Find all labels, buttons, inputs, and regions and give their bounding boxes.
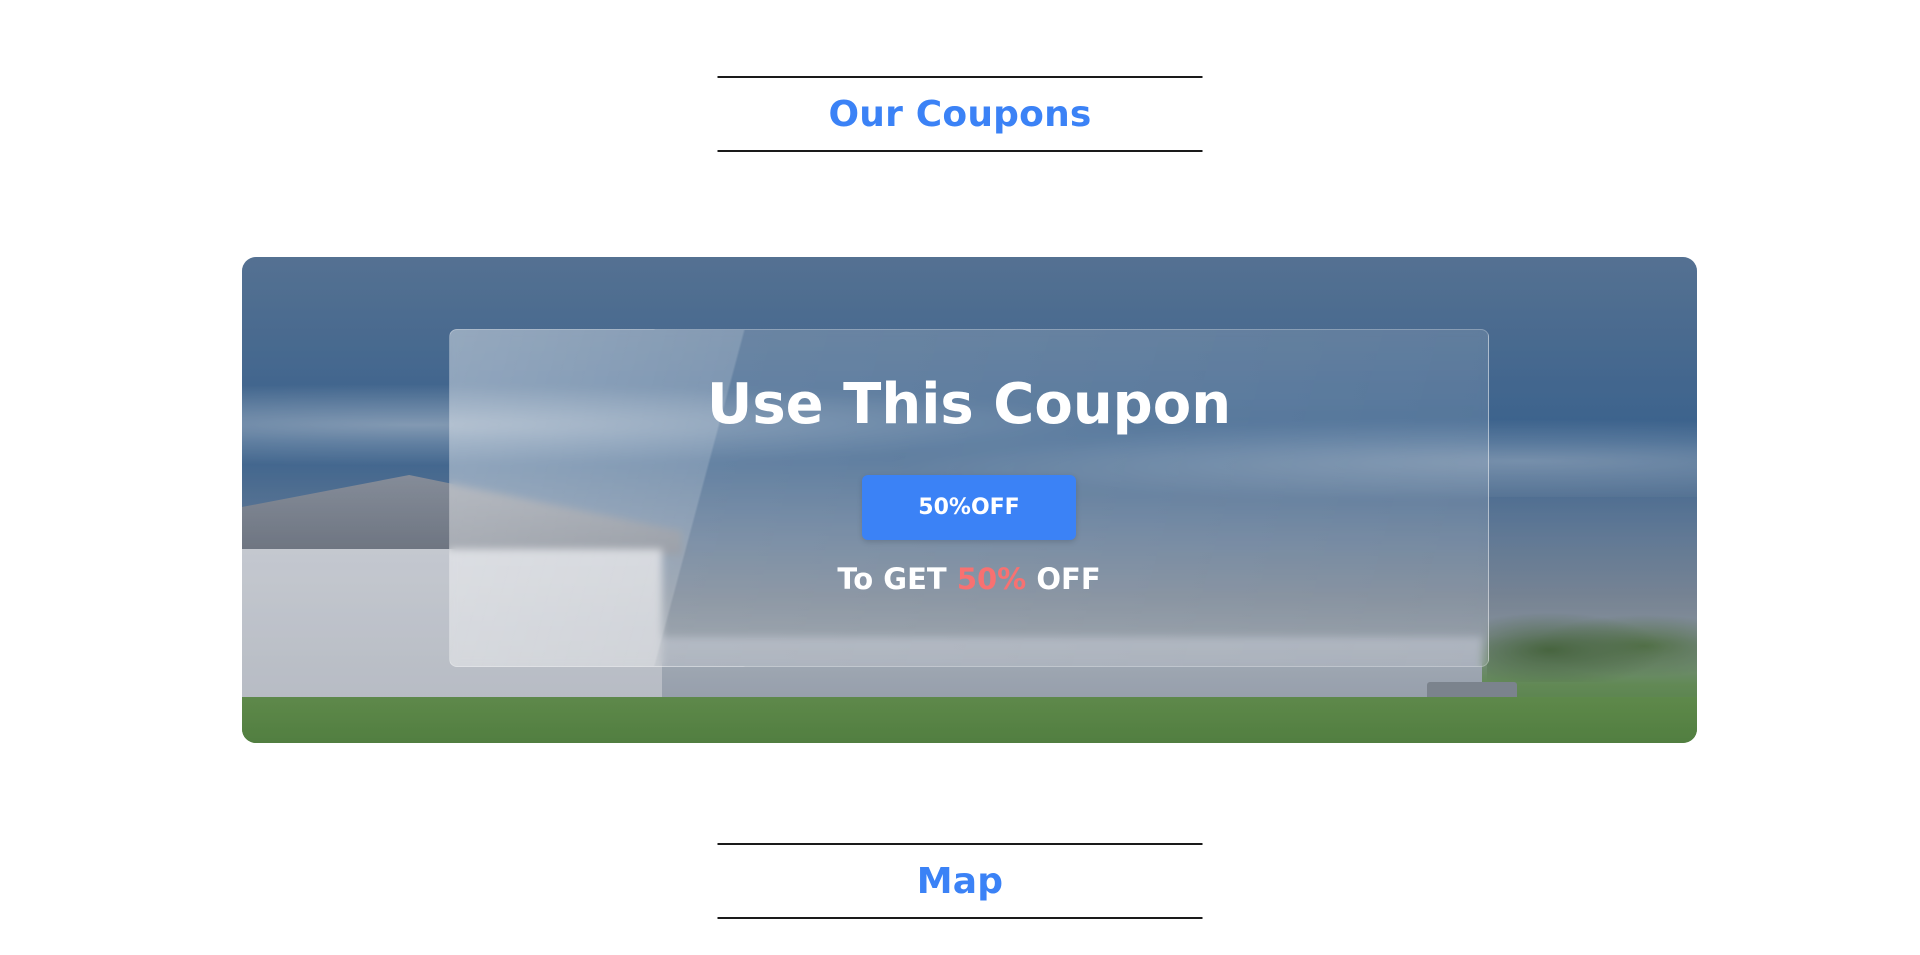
coupon-card: Use This Coupon 50%OFF To GET 50% OFF	[449, 329, 1489, 667]
coupons-heading-text: Our Coupons	[828, 93, 1092, 135]
coupon-description: To GET 50% OFF	[450, 562, 1488, 596]
map-heading-text: Map	[916, 860, 1004, 902]
coupon-discount-highlight: 50%	[956, 562, 1027, 596]
coupon-description-suffix: OFF	[1036, 562, 1101, 596]
coupon-description-prefix: To GET	[837, 562, 947, 596]
coupon-banner: Use This Coupon 50%OFF To GET 50% OFF	[242, 257, 1697, 743]
map-section-heading: Map	[717, 843, 1203, 919]
coupon-title: Use This Coupon	[706, 372, 1232, 437]
coupons-section-heading: Our Coupons	[717, 76, 1203, 152]
coupon-code-button[interactable]: 50%OFF	[862, 475, 1076, 540]
